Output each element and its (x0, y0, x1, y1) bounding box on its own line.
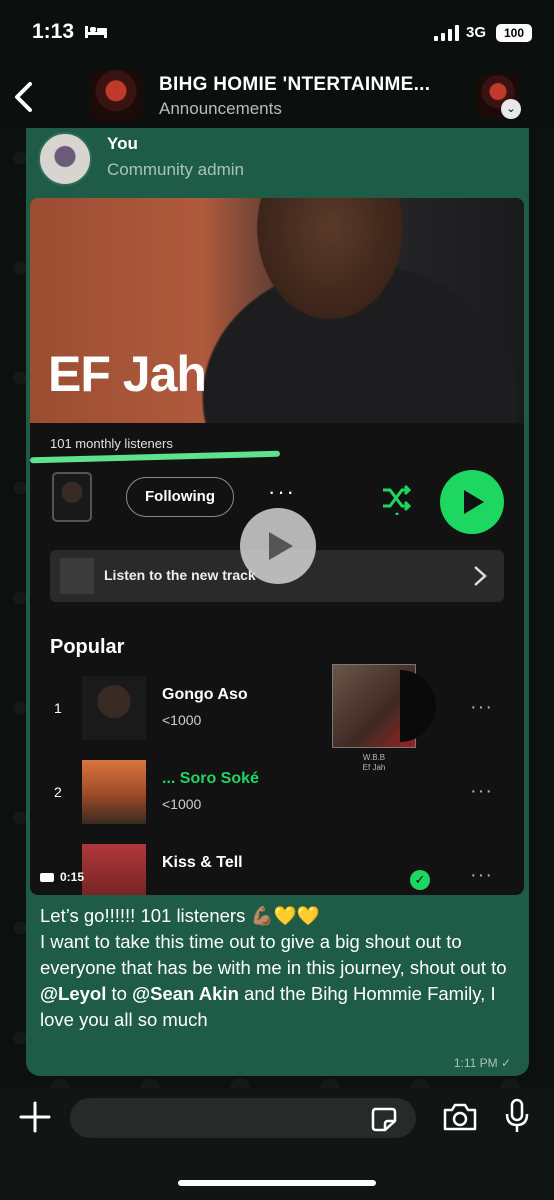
caption-text: to (106, 983, 133, 1004)
track-title: Gongo Aso (162, 686, 248, 703)
sticker-icon[interactable] (370, 1106, 398, 1132)
mention-link[interactable]: @Leyol (40, 983, 106, 1004)
more-options-icon: ··· (470, 780, 493, 802)
caption-text: I want to take this time out to give a b… (40, 931, 507, 978)
message-text: Let’s go!!!!!! 101 listeners 💪🏽💛💛 I want… (40, 903, 518, 1033)
chat-title[interactable]: BIHG HOMIE 'NTERTAINME... (159, 74, 430, 96)
play-icon (269, 532, 293, 560)
composer-bar (0, 1088, 554, 1200)
track-artwork (82, 676, 146, 740)
album-caption-line: W.B.B (362, 753, 386, 762)
chevron-down-icon[interactable]: ⌄ (501, 99, 521, 119)
signal-icon (434, 25, 459, 41)
track-plays: <1000 (162, 712, 202, 728)
network-type: 3G (466, 24, 487, 41)
sender-role: Community admin (107, 160, 244, 179)
duration-text: 0:15 (60, 870, 85, 884)
caption-line: Let’s go!!!!!! 101 listeners 💪🏽💛💛 (40, 905, 320, 926)
promo-text: Listen to the new track (104, 567, 256, 583)
chevron-right-icon (474, 566, 487, 586)
chat-subtitle[interactable]: Announcements (159, 99, 282, 119)
plus-icon[interactable] (18, 1100, 52, 1134)
shuffle-icon (383, 484, 412, 515)
track-row: 1 Gongo Aso <1000 ··· (30, 674, 524, 744)
community-avatar[interactable] (90, 70, 142, 122)
message-timestamp: 1:11 PM ✓ (453, 1056, 511, 1070)
mention-link[interactable]: @Sean Akin (132, 983, 239, 1004)
home-indicator (178, 1180, 376, 1186)
more-options-icon: ··· (470, 696, 493, 718)
album-caption: W.B.B Ef Jah (332, 753, 416, 773)
video-camera-icon (40, 873, 54, 883)
track-row: Kiss & Tell ✓ ··· (30, 842, 524, 895)
chat-header: BIHG HOMIE 'NTERTAINME... Announcements … (0, 62, 554, 128)
track-title: ... Soro Soké (162, 770, 259, 787)
highlight-stroke (30, 450, 281, 464)
following-button: Following (126, 477, 234, 517)
track-artwork (82, 844, 146, 895)
track-artwork (82, 760, 146, 824)
microphone-icon[interactable] (504, 1098, 530, 1134)
album-caption-line: Ef Jah (362, 763, 386, 772)
track-row: 2 ... Soro Soké <1000 ··· (30, 758, 524, 828)
track-plays: <1000 (162, 796, 202, 812)
section-title: Popular (50, 636, 125, 658)
monthly-listeners: 101 monthly listeners (50, 436, 173, 451)
back-arrow-icon[interactable] (10, 80, 38, 114)
track-number: 1 (54, 700, 62, 716)
track-title: Kiss & Tell (162, 854, 243, 871)
message-input[interactable] (70, 1098, 416, 1138)
promo-thumbnail (60, 558, 94, 594)
video-play-button[interactable] (240, 508, 316, 584)
play-icon (464, 490, 484, 514)
video-attachment[interactable]: EF Jah 101 monthly listeners Following ·… (30, 198, 524, 895)
more-options-icon: ··· (470, 864, 493, 886)
sender-name: You (107, 134, 138, 153)
camera-icon[interactable] (442, 1102, 478, 1132)
video-duration: 0:15 (40, 870, 84, 884)
sleep-focus-icon (85, 26, 107, 38)
status-bar: 1:13 3G 100 (0, 0, 554, 62)
sender-avatar (38, 132, 92, 186)
battery-icon: 100 (496, 24, 532, 42)
artist-cover-thumb (52, 472, 92, 522)
status-time: 1:13 (32, 20, 75, 43)
downloaded-check-icon: ✓ (410, 870, 430, 890)
spotify-play-button (440, 470, 504, 534)
message-bubble[interactable]: You Community admin EF Jah 101 monthly l… (26, 128, 529, 1076)
artist-name: EF Jah (48, 346, 207, 402)
track-number: 2 (54, 784, 62, 800)
more-options-icon: ··· (268, 479, 296, 504)
